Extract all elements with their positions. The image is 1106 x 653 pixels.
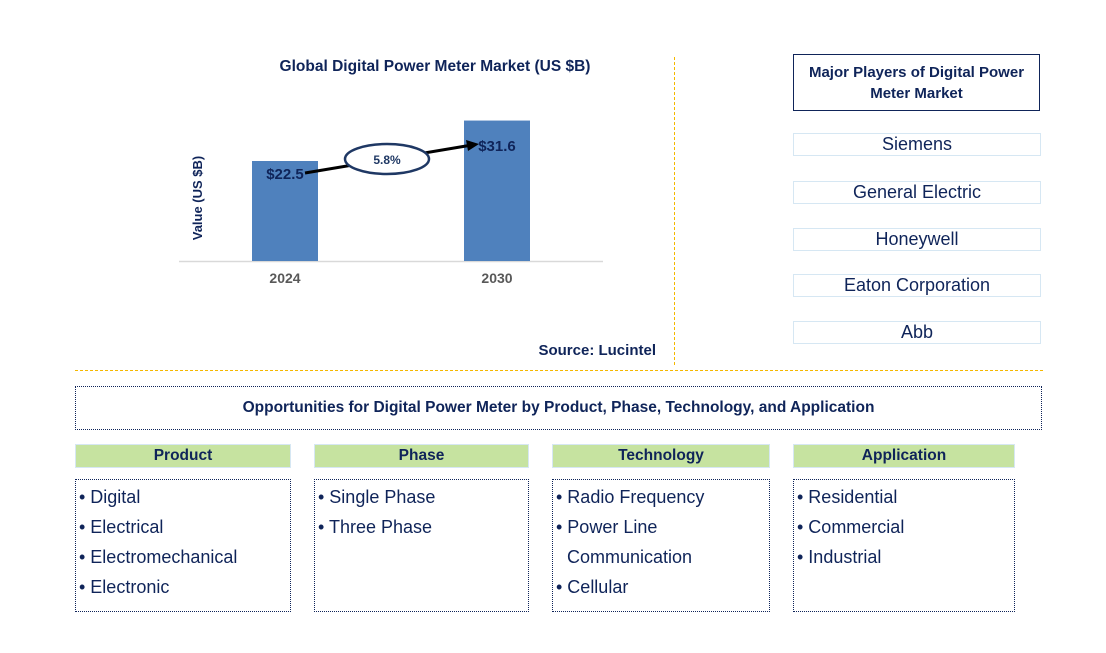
cagr-label: 5.8% (373, 153, 401, 167)
category-list-product: • Digital • Electrical • Electromechanical… (75, 479, 291, 612)
data-label: $22.5 (266, 166, 304, 183)
category-item: • Commercial (797, 517, 905, 537)
x-tick-label: 2024 (269, 270, 300, 286)
player-item: Abb (793, 321, 1041, 344)
source-label: Source: Lucintel (538, 342, 656, 359)
player-item: Eaton Corporation (793, 274, 1041, 297)
category-header-application: Application (793, 444, 1015, 468)
category-item: • Electromechanical (79, 547, 238, 567)
category-header-product: Product (75, 444, 291, 468)
category-list-phase: • Single Phase • Three Phase (314, 479, 529, 612)
horizontal-divider (75, 370, 1043, 371)
data-label: $31.6 (478, 138, 516, 155)
category-item: • Industrial (797, 547, 882, 567)
category-item: • Residential (797, 487, 898, 507)
vertical-divider (674, 57, 675, 365)
category-list-application: • Residential • Commercial • Industrial (793, 479, 1015, 612)
category-item: • Electrical (79, 517, 164, 537)
category-header-technology: Technology (552, 444, 770, 468)
category-list-technology: • Radio Frequency • Power Line Communicati… (552, 479, 770, 612)
player-item: General Electric (793, 181, 1041, 204)
category-item: • Three Phase (318, 517, 433, 537)
player-item: Siemens (793, 133, 1041, 156)
opportunities-title: Opportunities for Digital Power Meter by… (75, 386, 1042, 430)
category-item: • Single Phase (318, 487, 436, 507)
category-item: • Power Line Communication (556, 517, 693, 567)
player-item: Honeywell (793, 228, 1041, 251)
category-item: • Cellular (556, 577, 629, 597)
players-header: Major Players of Digital Power Meter Mar… (793, 54, 1040, 111)
category-item: • Digital (79, 487, 141, 507)
category-item: • Electronic (79, 577, 170, 597)
category-item: • Radio Frequency (556, 487, 705, 507)
x-tick-label: 2030 (481, 270, 512, 286)
y-axis-label: Value (US $B) (190, 156, 205, 241)
category-header-phase: Phase (314, 444, 529, 468)
